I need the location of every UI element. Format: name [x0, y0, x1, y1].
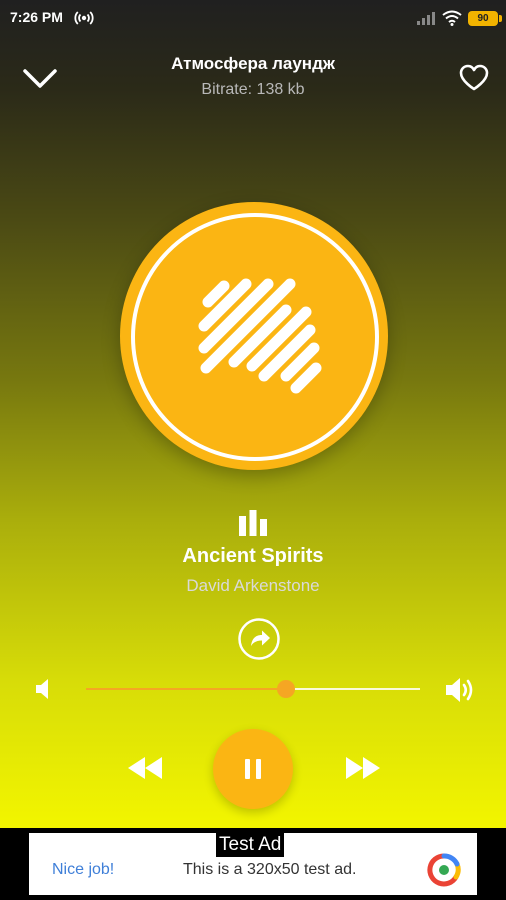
battery-indicator: 90 [468, 10, 502, 26]
fast-forward-button[interactable] [342, 752, 384, 784]
volume-slider-fill [86, 688, 287, 690]
pause-icon [245, 759, 261, 779]
station-name: Атмосфера лаундж [171, 54, 335, 73]
volume-slider[interactable] [86, 680, 420, 698]
track-title: Ancient Spirits [182, 545, 324, 567]
favorite-button[interactable] [452, 56, 496, 100]
collapse-button[interactable] [18, 57, 62, 101]
chevron-down-icon [23, 69, 57, 88]
volume-low-icon[interactable] [28, 676, 54, 702]
volume-slider-thumb[interactable] [277, 680, 296, 698]
pause-button[interactable] [213, 729, 293, 809]
rewind-icon [128, 757, 162, 779]
share-button[interactable] [237, 617, 281, 661]
wifi-icon [442, 10, 462, 26]
ad-body: This is a 320x50 test ad. [183, 861, 357, 878]
heart-icon [459, 64, 489, 91]
bitrate-label: Bitrate: 138 kb [201, 81, 305, 98]
ad-headline: Nice job! [52, 861, 115, 878]
rewind-button[interactable] [124, 752, 166, 784]
station-logo [198, 278, 322, 394]
battery-level: 90 [477, 12, 489, 24]
volume-high-icon[interactable] [444, 675, 478, 705]
equalizer-icon [239, 510, 267, 536]
status-bar: 7:26 PM 90 [0, 0, 506, 36]
broadcast-icon [74, 11, 94, 25]
status-icons: 90 [416, 8, 502, 28]
track-artist: David Arkenstone [186, 576, 320, 595]
test-ad-label: Test Ad [216, 833, 285, 857]
status-time: 7:26 PM [10, 9, 63, 25]
google-ads-logo-icon [427, 853, 461, 887]
fast-forward-icon [346, 757, 380, 779]
player-screen: 7:26 PM 90 Атмосфера лаундж Bitrate: 138… [0, 0, 506, 900]
signal-icon [417, 12, 435, 25]
share-icon [251, 630, 270, 646]
station-artwork [120, 202, 388, 470]
